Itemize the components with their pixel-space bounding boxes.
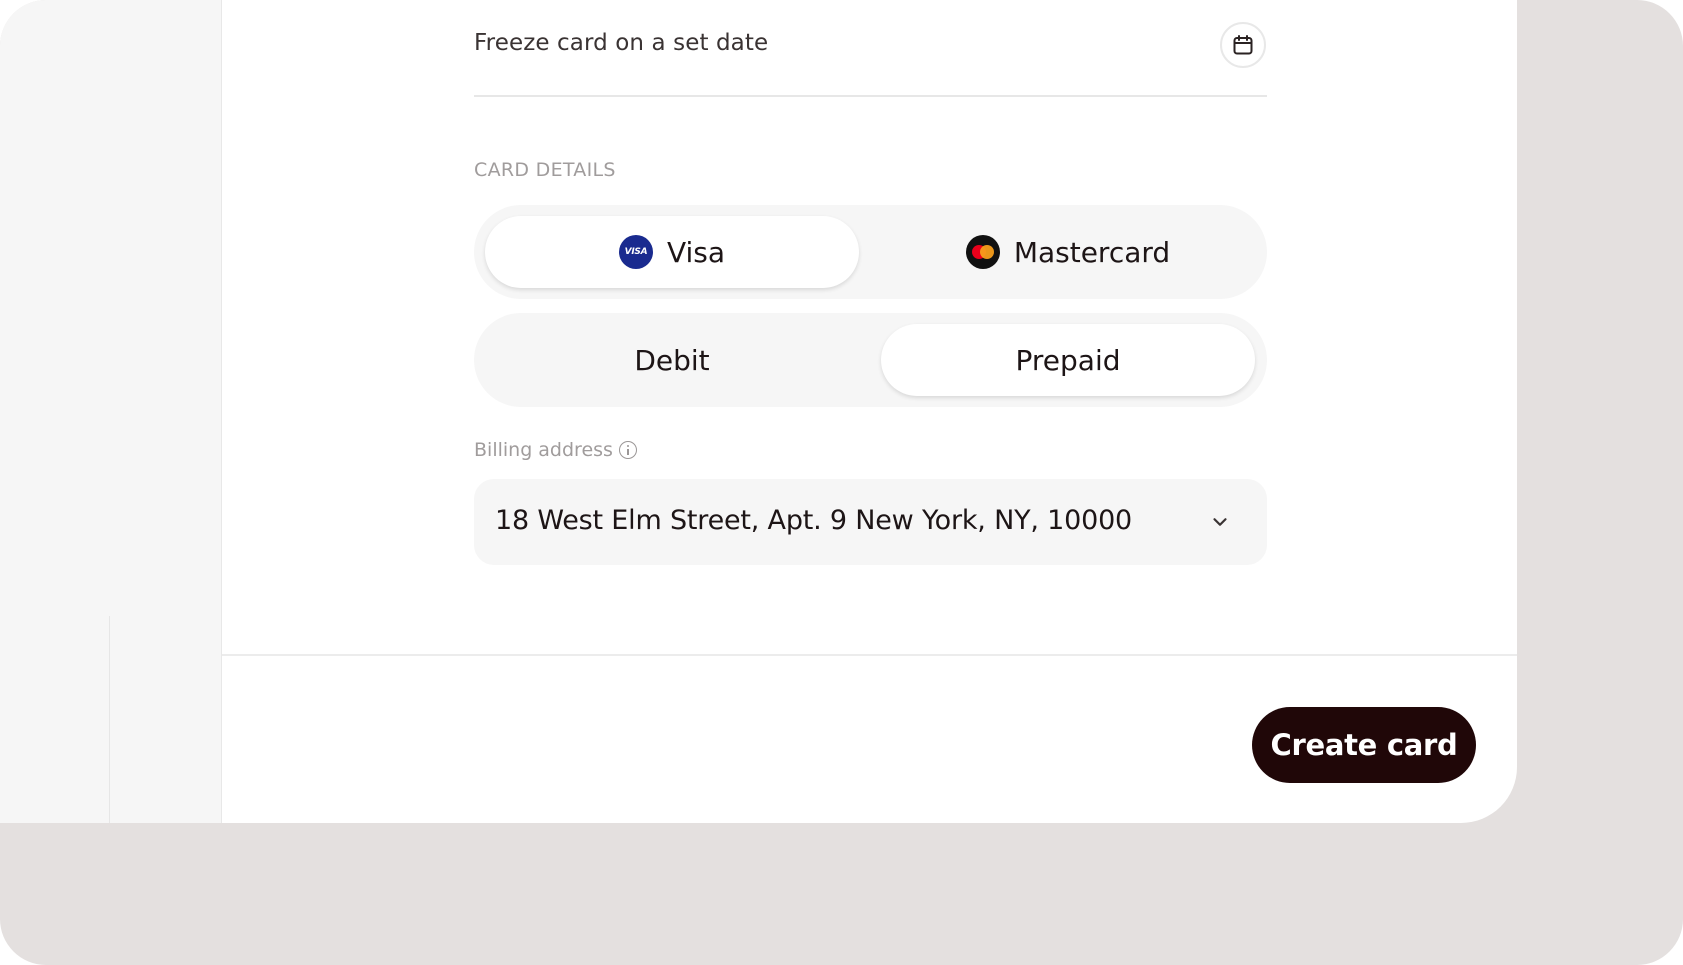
calendar-icon: [1233, 35, 1253, 55]
card-details-heading: CARD DETAILS: [474, 159, 616, 181]
sidebar-divider: [109, 616, 110, 823]
mastercard-option-label: Mastercard: [1013, 235, 1171, 269]
sidebar-panel: [0, 0, 221, 823]
info-icon[interactable]: [618, 441, 637, 459]
create-card-modal: Freeze card on a set date CARD DETAILS V…: [221, 0, 1517, 823]
visa-option-label: Visa: [666, 235, 726, 269]
mastercard-logo-icon: [965, 235, 1000, 269]
prepaid-option-label: Prepaid: [1015, 343, 1121, 377]
mastercard-option[interactable]: Mastercard: [881, 216, 1255, 288]
prepaid-option[interactable]: Prepaid: [881, 324, 1255, 396]
card-type-selector: Debit Prepaid: [474, 313, 1267, 407]
calendar-button[interactable]: [1220, 22, 1266, 68]
visa-option[interactable]: VISA Visa: [485, 216, 859, 288]
card-brand-selector: VISA Visa Mastercard: [474, 205, 1267, 299]
freeze-date-label: Freeze card on a set date: [474, 30, 769, 56]
footer-divider: [222, 654, 1517, 656]
freeze-date-row: Freeze card on a set date: [474, 0, 1267, 97]
billing-address-label-text: Billing address: [474, 439, 613, 461]
chevron-down-icon[interactable]: [1206, 508, 1234, 536]
create-card-button[interactable]: Create card: [1252, 707, 1476, 783]
billing-address-select[interactable]: 18 West Elm Street, Apt. 9 New York, NY,…: [474, 479, 1267, 565]
billing-address-label: Billing address: [474, 439, 637, 461]
debit-option-label: Debit: [634, 343, 710, 377]
app-backdrop: Freeze card on a set date CARD DETAILS V…: [0, 0, 1683, 965]
billing-address-value: 18 West Elm Street, Apt. 9 New York, NY,…: [495, 505, 1133, 536]
visa-logo-icon: VISA: [618, 235, 653, 269]
debit-option[interactable]: Debit: [485, 324, 859, 396]
